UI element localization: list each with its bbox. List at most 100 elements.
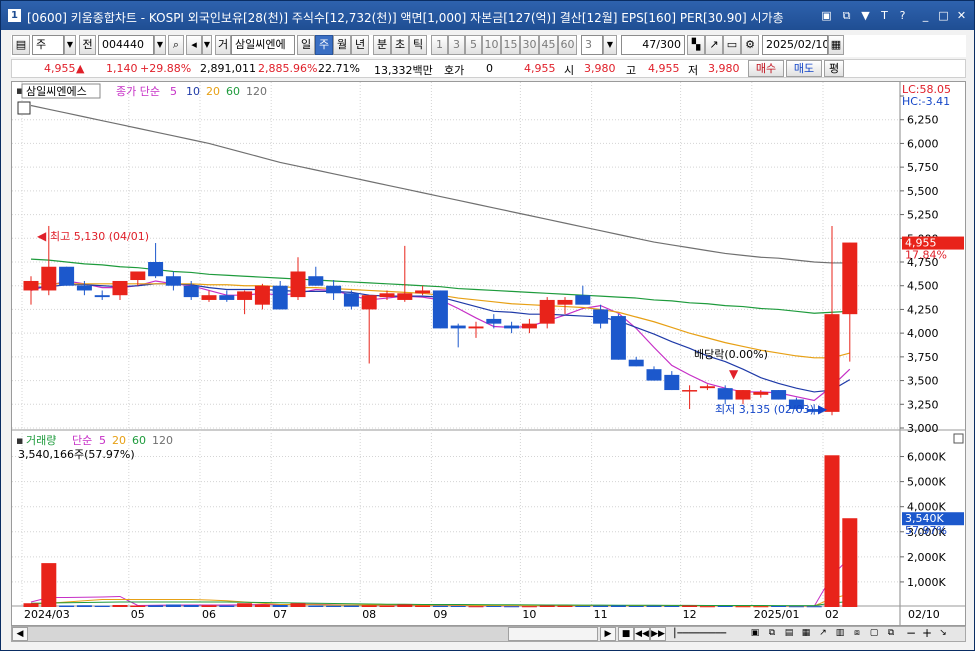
help-icon[interactable]: ? <box>895 8 910 23</box>
calendar-icon[interactable]: ▦ <box>828 35 844 55</box>
geo-button[interactable]: 거 <box>215 35 231 55</box>
interval-45-button[interactable]: 45 <box>539 35 558 55</box>
interval-10-button[interactable]: 10 <box>482 35 501 55</box>
period-day-tab[interactable]: 일 <box>297 35 315 55</box>
candle-body <box>593 309 609 324</box>
speaker-icon[interactable]: ◂ <box>186 35 202 55</box>
title-bar[interactable]: 1 [0600] 키움종합차트 - KOSPI 외국인보유[28(천)] 주식수… <box>1 1 974 30</box>
chart-window-icon[interactable]: ▤ <box>12 35 30 55</box>
maximize-icon[interactable]: □ <box>936 8 951 23</box>
buy-button[interactable]: 매수 <box>748 60 784 77</box>
unit-tick-tab[interactable]: 틱 <box>409 35 427 55</box>
data-range-field[interactable]: 47/300 <box>621 35 685 55</box>
ma-legend-120: 120 <box>246 85 267 98</box>
horizontal-scrollbar[interactable]: ◀ ▶ ■ ◀◀ ▶▶ ┃━━━━━━━━━ ▣ ⧉ ▤ ▦ ↗ ▥ ⧈ ▢ ⧉… <box>11 626 966 642</box>
unit-minute-tab[interactable]: 분 <box>373 35 391 55</box>
reset-icon[interactable]: ↘ <box>935 627 951 641</box>
candle-body <box>165 276 181 286</box>
volume-ma-legend-5: 5 <box>99 434 106 447</box>
volume-ma-legend-20: 20 <box>112 434 126 447</box>
interval-5-button[interactable]: 5 <box>465 35 482 55</box>
candle-body <box>397 293 413 300</box>
chart-grid-icon[interactable] <box>17 101 31 115</box>
volume-bar <box>343 605 359 607</box>
period-year-tab[interactable]: 년 <box>351 35 369 55</box>
interval-count-dropdown-icon[interactable]: ▼ <box>603 35 617 55</box>
interval-count-select[interactable]: 3 <box>581 35 603 55</box>
candle-body <box>76 285 92 291</box>
volume-bar <box>308 605 324 607</box>
candle-body <box>486 318 502 324</box>
window-icon-2[interactable]: ⧉ <box>764 627 780 641</box>
price-change: 1,140 <box>106 62 138 75</box>
chart-area[interactable]: 6,2506,0005,7505,5005,2505,0004,7504,500… <box>11 81 966 626</box>
trade-volume: 2,891,011 <box>200 62 256 75</box>
stop-icon[interactable]: ■ <box>618 627 634 641</box>
stock-chart[interactable]: 6,2506,0005,7505,5005,2505,0004,7504,500… <box>12 82 965 625</box>
candle-body <box>664 374 680 391</box>
interval-1-button[interactable]: 1 <box>431 35 448 55</box>
gear-icon[interactable]: ⚙ <box>741 35 759 55</box>
candle-body <box>219 295 235 300</box>
zoom-slider[interactable]: ┃━━━━━━━━━ <box>672 627 742 641</box>
volume-bar <box>468 606 484 608</box>
jeon-button[interactable]: 전 <box>79 35 96 55</box>
zoom-out-icon[interactable]: − <box>903 627 919 641</box>
rewind-icon[interactable]: ◀◀ <box>634 627 650 641</box>
minimize-icon[interactable]: _ <box>918 8 933 23</box>
window-icon-5[interactable]: ↗ <box>815 627 831 641</box>
unit-second-tab[interactable]: 초 <box>391 35 409 55</box>
search-icon[interactable]: ⌕ <box>168 35 184 55</box>
window-icon-6[interactable]: ▥ <box>832 627 848 641</box>
volume-bar <box>76 605 92 607</box>
scroll-thumb[interactable] <box>508 627 598 641</box>
stock-code-input[interactable]: 004440 <box>98 35 154 55</box>
price-axis: 6,2506,0005,7505,5005,2505,0004,7504,500… <box>900 95 939 435</box>
scroll-track[interactable] <box>28 627 508 641</box>
text-icon[interactable]: T <box>877 8 892 23</box>
trend-line-icon[interactable]: ↗ <box>705 35 723 55</box>
volume-bar <box>788 606 804 608</box>
speaker-dropdown-icon[interactable]: ▼ <box>202 35 212 55</box>
window-icon-4[interactable]: ▦ <box>798 627 814 641</box>
pin-icon[interactable]: ▼ <box>858 8 873 23</box>
chevron-down-icon[interactable]: ▼ <box>64 35 76 55</box>
candle-settings-icon[interactable]: ▚ <box>687 35 705 55</box>
interval-3-button[interactable]: 3 <box>448 35 465 55</box>
zoom-in-icon[interactable]: + <box>919 627 935 641</box>
candle-body <box>699 386 715 389</box>
fast-forward-icon[interactable]: ▶▶ <box>650 627 666 641</box>
price-tick-label: 3,250 <box>907 398 939 411</box>
interval-15-button[interactable]: 15 <box>501 35 520 55</box>
window-icon-9[interactable]: ⧉ <box>883 627 899 641</box>
window-icon-3[interactable]: ▤ <box>781 627 797 641</box>
date-input[interactable]: 2025/02/10 <box>762 35 828 55</box>
volume-panel-toggle-icon[interactable] <box>953 433 964 444</box>
volume-bar <box>254 604 270 607</box>
layout-icon[interactable]: ▣ <box>819 8 834 23</box>
candle-body <box>148 262 164 277</box>
period-week-tab[interactable]: 주 <box>315 35 333 55</box>
candle-body <box>717 388 733 400</box>
interval-60-button[interactable]: 60 <box>558 35 577 55</box>
save-icon[interactable]: ▭ <box>723 35 741 55</box>
average-button[interactable]: 평 <box>824 60 844 77</box>
sell-button[interactable]: 매도 <box>786 60 822 77</box>
x-tick-label-last: 02/10 <box>908 608 940 621</box>
code-dropdown-icon[interactable]: ▼ <box>154 35 166 55</box>
candle-body <box>468 326 484 329</box>
window-icon-8[interactable]: ▢ <box>866 627 882 641</box>
period-month-tab[interactable]: 월 <box>333 35 351 55</box>
candle-body <box>326 285 342 294</box>
interval-30-button[interactable]: 30 <box>520 35 539 55</box>
scroll-left-icon[interactable]: ◀ <box>12 627 28 641</box>
window-icon-7[interactable]: ⧈ <box>849 627 865 641</box>
close-icon[interactable]: ✕ <box>954 8 969 23</box>
scroll-right-icon[interactable]: ▶ <box>600 627 616 641</box>
change-rate: +29.88% <box>140 62 192 75</box>
x-tick-label: 2025/01 <box>754 608 800 621</box>
candle-body <box>272 285 288 310</box>
restore-window-icon[interactable]: ⧉ <box>839 8 854 23</box>
window-icon-1[interactable]: ▣ <box>747 627 763 641</box>
chart-type-select[interactable]: 주 <box>32 35 64 55</box>
